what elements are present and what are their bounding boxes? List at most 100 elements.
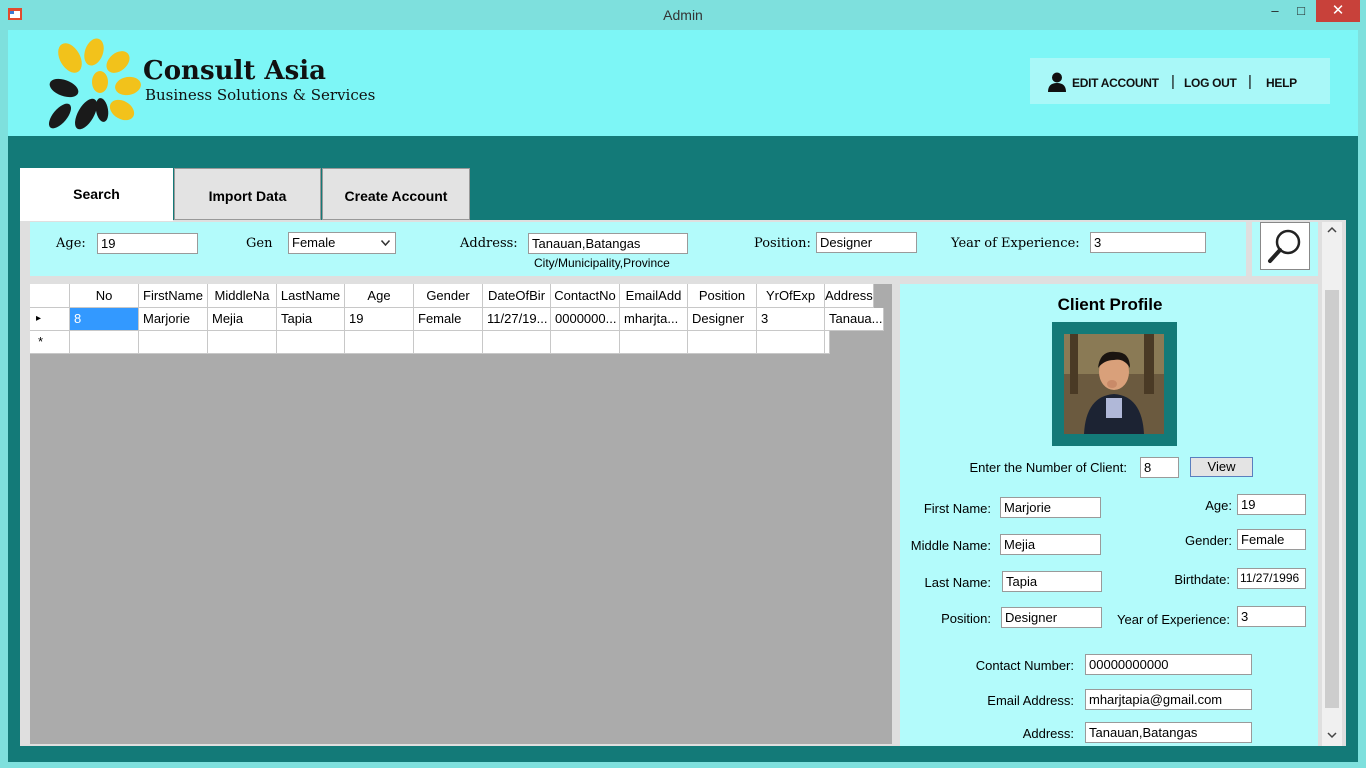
- grid-column-header[interactable]: DateOfBir: [483, 284, 551, 308]
- grid-cell[interactable]: mharjta...: [620, 308, 688, 331]
- grid-column-header[interactable]: MiddleNa: [208, 284, 277, 308]
- grid-new-row-cell[interactable]: [620, 331, 688, 354]
- age-filter-input[interactable]: 19: [97, 233, 198, 254]
- grid-new-row-cell[interactable]: [208, 331, 277, 354]
- grid-cell-selected[interactable]: 8: [70, 308, 139, 331]
- address-label: Address:: [1022, 726, 1074, 741]
- grid-cell[interactable]: 11/27/19...: [483, 308, 551, 331]
- logo-leaves-icon: [48, 38, 141, 130]
- birthdate-field[interactable]: 11/27/1996: [1237, 568, 1306, 589]
- grid-cell[interactable]: 19: [345, 308, 414, 331]
- client-photo: [1064, 334, 1164, 434]
- email-address-label: Email Address:: [987, 693, 1074, 708]
- email-address-field[interactable]: mharjtapia@gmail.com: [1085, 689, 1252, 710]
- edit-account-link[interactable]: EDIT ACCOUNT: [1072, 76, 1159, 90]
- grid-new-row-cell[interactable]: [551, 331, 620, 354]
- grid-row-header[interactable]: ▸: [30, 308, 70, 331]
- birthdate-label: Birthdate:: [1174, 572, 1230, 587]
- grid-new-row-cell[interactable]: [345, 331, 414, 354]
- grid-cell[interactable]: Mejia: [208, 308, 277, 331]
- position-field[interactable]: Designer: [1001, 607, 1102, 628]
- grid-column-header[interactable]: Position: [688, 284, 757, 308]
- grid-new-row-cell[interactable]: [70, 331, 139, 354]
- contact-number-label: Contact Number:: [975, 658, 1074, 673]
- help-link[interactable]: HELP: [1266, 76, 1297, 90]
- grid-column-header[interactable]: No: [70, 284, 139, 308]
- gender-field[interactable]: Female: [1237, 529, 1306, 550]
- contact-number-field[interactable]: 00000000000: [1085, 654, 1252, 675]
- grid-cell[interactable]: 0000000...: [551, 308, 620, 331]
- grid-cell[interactable]: 3: [757, 308, 825, 331]
- position-label: Position:: [941, 611, 991, 626]
- experience-field[interactable]: 3: [1237, 606, 1306, 627]
- grid-cell[interactable]: Female: [414, 308, 483, 331]
- tab-import-data[interactable]: Import Data: [174, 168, 321, 220]
- address-filter-input[interactable]: Tanauan,Batangas: [528, 233, 688, 254]
- age-field[interactable]: 19: [1237, 494, 1306, 515]
- menu-separator: |: [1248, 73, 1252, 90]
- client-number-input[interactable]: 8: [1140, 457, 1179, 478]
- grid-cell[interactable]: Designer: [688, 308, 757, 331]
- grid-column-header[interactable]: LastName: [277, 284, 345, 308]
- grid-column-header[interactable]: FirstName: [139, 284, 208, 308]
- app-header: Consult Asia Business Solutions & Servic…: [8, 30, 1358, 136]
- scroll-down-arrow-icon[interactable]: [1326, 730, 1338, 740]
- first-name-field[interactable]: Marjorie: [1000, 497, 1101, 518]
- grid-column-header[interactable]: YrOfExp: [757, 284, 825, 308]
- brand-name: Consult Asia: [143, 56, 326, 86]
- gender-filter-value: Female: [292, 235, 336, 250]
- grid-column-header[interactable]: EmailAdd: [620, 284, 688, 308]
- first-name-label: First Name:: [923, 501, 991, 516]
- grid-new-row-cell[interactable]: [688, 331, 757, 354]
- results-grid[interactable]: No FirstName MiddleNa LastName Age Gender Date…: [30, 284, 892, 744]
- grid-column-header[interactable]: Address: [825, 284, 874, 308]
- position-filter-input[interactable]: Designer: [816, 232, 917, 253]
- grid-new-row-cell[interactable]: [414, 331, 483, 354]
- tab-search[interactable]: Search: [20, 168, 173, 221]
- grid-new-row-cell[interactable]: [277, 331, 345, 354]
- grid-cell[interactable]: Marjorie: [139, 308, 208, 331]
- grid-new-row-cell[interactable]: [757, 331, 825, 354]
- profile-title: Client Profile: [1057, 295, 1163, 314]
- grid-new-row-cell[interactable]: [825, 331, 830, 354]
- middle-name-label: Middle Name:: [910, 538, 991, 553]
- gender-filter-select[interactable]: Female: [288, 232, 396, 254]
- grid-new-row-cell[interactable]: [139, 331, 208, 354]
- grid-cell[interactable]: Tanaua...: [825, 308, 884, 331]
- scroll-up-arrow-icon[interactable]: [1326, 225, 1338, 235]
- view-button[interactable]: View: [1190, 457, 1253, 477]
- client-number-label: Enter the Number of Client:: [969, 460, 1127, 475]
- log-out-link[interactable]: LOG OUT: [1184, 76, 1237, 90]
- window-title: Admin: [663, 7, 703, 23]
- gender-filter-label: Gen: [246, 236, 273, 251]
- age-filter-label: Age:: [56, 236, 86, 251]
- brand-tagline: Business Solutions & Services: [145, 86, 376, 104]
- experience-filter-input[interactable]: 3: [1090, 232, 1206, 253]
- grid-column-header[interactable]: Age: [345, 284, 414, 308]
- grid-column-header[interactable]: Gender: [414, 284, 483, 308]
- experience-label: Year of Experience:: [1117, 612, 1230, 627]
- middle-name-field[interactable]: Mejia: [1000, 534, 1101, 555]
- grid-corner-header: [30, 284, 70, 308]
- tab-create-account[interactable]: Create Account: [322, 168, 470, 220]
- user-icon: [1048, 72, 1066, 92]
- search-button[interactable]: [1260, 222, 1310, 270]
- age-label: Age:: [1205, 498, 1232, 513]
- account-menu: EDIT ACCOUNT | LOG OUT | HELP: [1030, 58, 1330, 104]
- close-button[interactable]: ✕: [1316, 0, 1360, 22]
- grid-column-header[interactable]: ContactNo: [551, 284, 620, 308]
- minimize-button[interactable]: –: [1262, 0, 1288, 22]
- last-name-field[interactable]: Tapia: [1002, 571, 1102, 592]
- position-filter-label: Position:: [754, 236, 811, 251]
- scrollbar-thumb[interactable]: [1325, 290, 1339, 708]
- grid-cell[interactable]: Tapia: [277, 308, 345, 331]
- address-field[interactable]: Tanauan,Batangas: [1085, 722, 1252, 743]
- menu-separator: |: [1171, 73, 1175, 90]
- last-name-label: Last Name:: [924, 575, 991, 590]
- chevron-down-icon: [381, 240, 390, 246]
- grid-new-row-header[interactable]: *: [30, 331, 70, 354]
- address-hint: City/Municipality,Province: [534, 256, 670, 270]
- maximize-button[interactable]: □: [1288, 0, 1314, 22]
- grid-new-row-cell[interactable]: [483, 331, 551, 354]
- address-filter-label: Address:: [460, 236, 518, 251]
